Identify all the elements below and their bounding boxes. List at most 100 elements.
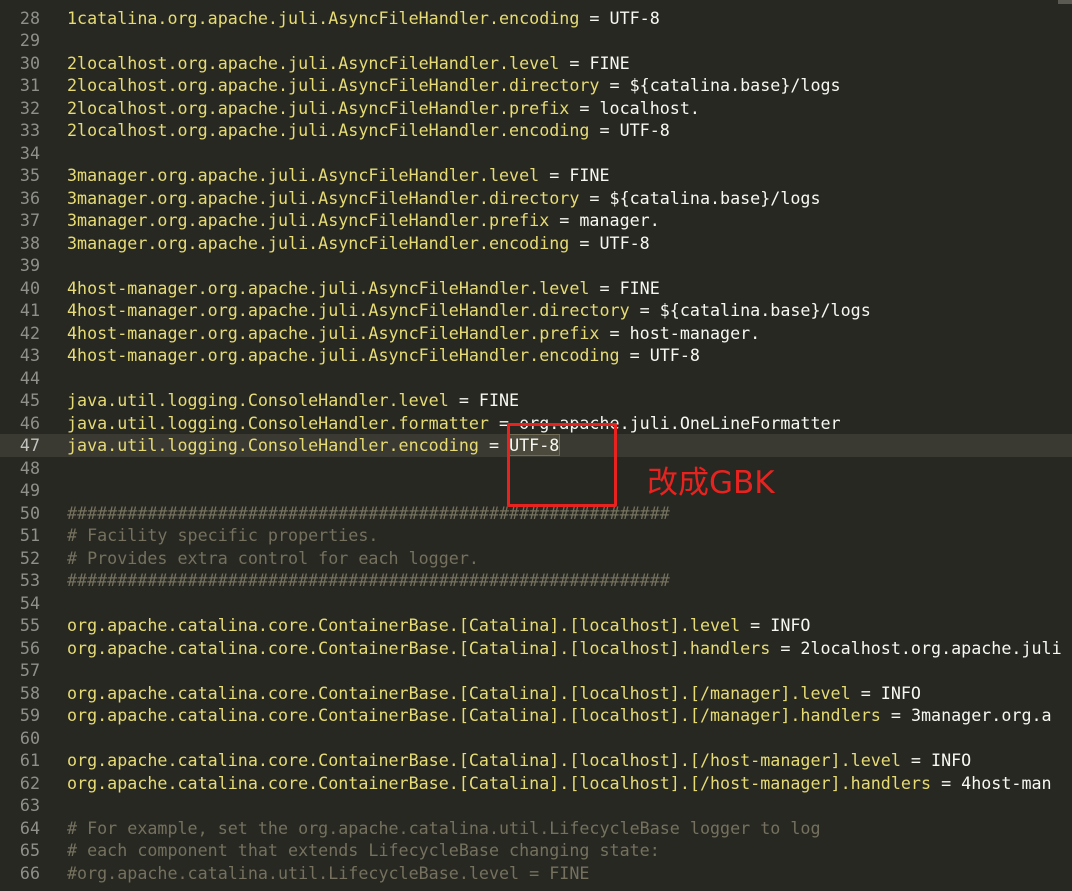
code-line[interactable]: 29 (0, 29, 1072, 52)
equals-sign: = (579, 7, 610, 28)
property-key: org.apache.catalina.core.ContainerBase.[… (67, 615, 741, 635)
code-line[interactable]: 64 # For example, set the org.apache.cata… (0, 817, 1072, 840)
property-value: FINE (478, 390, 520, 410)
line-number: 54 (19, 592, 40, 613)
line-content: org.apache.catalina.core.ContainerBase.[… (67, 614, 810, 637)
line-content: # For example, set the org.apache.catali… (67, 817, 821, 840)
code-line[interactable]: 40 4host-manager.org.apache.juli.AsyncFil… (0, 277, 1072, 300)
line-number: 58 (19, 682, 40, 703)
line-number: 37 (19, 210, 40, 230)
line-content: org.apache.catalina.core.ContainerBase.[… (67, 749, 971, 772)
property-value: FINE (569, 165, 610, 185)
equals-sign: = (579, 187, 610, 208)
code-line[interactable]: 42 4host-manager.org.apache.juli.AsyncFil… (0, 322, 1072, 345)
line-number: 41 (19, 300, 40, 320)
code-line[interactable]: 41 4host-manager.org.apache.juli.AsyncFil… (0, 299, 1072, 322)
line-number: 33 (19, 120, 40, 140)
line-number: 38 (19, 232, 40, 253)
line-content: # each component that extends LifecycleB… (67, 839, 660, 862)
code-line[interactable]: 60 (0, 727, 1072, 750)
line-content: 4host-manager.org.apache.juli.AsyncFileH… (67, 277, 660, 300)
code-line[interactable]: 51 # Facility specific properties. (0, 524, 1072, 547)
equals-sign: = (599, 322, 630, 343)
line-content: 3manager.org.apache.juli.AsyncFileHandle… (67, 232, 650, 255)
line-number: 66 (19, 862, 40, 883)
code-line[interactable]: 54 (0, 592, 1072, 615)
property-value: ${catalina.base}/logs (609, 187, 821, 208)
code-line[interactable]: 59 org.apache.catalina.core.ContainerBase… (0, 704, 1072, 727)
code-line[interactable]: 33 2localhost.org.apache.juli.AsyncFileHa… (0, 119, 1072, 142)
code-line[interactable]: 37 3manager.org.apache.juli.AsyncFileHand… (0, 209, 1072, 232)
line-content: org.apache.catalina.core.ContainerBase.[… (67, 772, 1052, 795)
equals-sign: = (559, 52, 590, 73)
line-number: 57 (19, 660, 40, 680)
code-line[interactable]: 32 2localhost.org.apache.juli.AsyncFileHa… (0, 97, 1072, 120)
code-line[interactable]: 63 (0, 794, 1072, 817)
line-number: 50 (19, 502, 40, 523)
code-line[interactable]: 53 ######################################… (0, 569, 1072, 592)
line-number: 34 (19, 142, 40, 163)
line-content: 3manager.org.apache.juli.AsyncFileHandle… (67, 209, 660, 232)
code-line[interactable]: 43 4host-manager.org.apache.juli.AsyncFil… (0, 344, 1072, 367)
code-line[interactable]: 62 org.apache.catalina.core.ContainerBase… (0, 772, 1072, 795)
property-value: UTF-8 (599, 232, 650, 253)
annotation-label: 改成GBK (647, 465, 775, 501)
code-line[interactable]: 31 2localhost.org.apache.juli.AsyncFileHa… (0, 74, 1072, 97)
line-content: 4host-manager.org.apache.juli.AsyncFileH… (67, 299, 871, 322)
code-line[interactable]: 38 3manager.org.apache.juli.AsyncFileHand… (0, 232, 1072, 255)
code-line[interactable]: 58 org.apache.catalina.core.ContainerBase… (0, 682, 1072, 705)
code-line[interactable]: 39 (0, 254, 1072, 277)
property-value: INFO (931, 750, 972, 770)
comment-text: # Facility specific properties. (67, 525, 379, 545)
equals-sign: = (931, 772, 962, 793)
line-content: 3manager.org.apache.juli.AsyncFileHandle… (67, 164, 610, 187)
line-number: 28 (19, 7, 40, 28)
code-line[interactable]: 36 3manager.org.apache.juli.AsyncFileHand… (0, 187, 1072, 210)
line-content: 2localhost.org.apache.juli.AsyncFileHand… (67, 97, 700, 120)
code-line[interactable]: 34 (0, 142, 1072, 165)
code-line[interactable]: 57 (0, 659, 1072, 682)
comment-text: # For example, set the org.apache.catali… (67, 817, 821, 838)
line-number: 63 (19, 795, 40, 815)
line-content: org.apache.catalina.core.ContainerBase.[… (67, 704, 1052, 727)
line-number: 52 (19, 547, 40, 568)
equals-sign: = (740, 615, 771, 635)
equals-sign: = (539, 165, 570, 185)
code-line[interactable]: 28 1catalina.org.apache.juli.AsyncFileHan… (0, 7, 1072, 30)
code-line[interactable]: 45 java.util.logging.ConsoleHandler.level… (0, 389, 1072, 412)
line-number: 56 (19, 637, 40, 658)
code-line[interactable]: 35 3manager.org.apache.juli.AsyncFileHand… (0, 164, 1072, 187)
equals-sign: = (850, 682, 881, 703)
code-line[interactable]: 55 org.apache.catalina.core.ContainerBase… (0, 614, 1072, 637)
property-key: 4host-manager.org.apache.juli.AsyncFileH… (67, 322, 600, 343)
property-value: FINE (589, 52, 630, 73)
property-key: 2localhost.org.apache.juli.AsyncFileHand… (67, 97, 570, 118)
line-number: 65 (19, 840, 40, 860)
property-key: org.apache.catalina.core.ContainerBase.[… (67, 682, 851, 703)
comment-text: ########################################… (67, 570, 670, 590)
property-value: UTF-8 (609, 7, 660, 28)
scrollbar[interactable] (1058, 0, 1072, 4)
line-content: 3manager.org.apache.juli.AsyncFileHandle… (67, 187, 821, 210)
property-key: org.apache.catalina.core.ContainerBase.[… (67, 750, 901, 770)
code-line[interactable]: 44 (0, 367, 1072, 390)
property-value: UTF-8 (649, 345, 700, 365)
line-content: org.apache.catalina.core.ContainerBase.[… (67, 682, 921, 705)
code-line[interactable]: 56 org.apache.catalina.core.ContainerBase… (0, 637, 1072, 660)
line-content: 4host-manager.org.apache.juli.AsyncFileH… (67, 322, 760, 345)
code-line[interactable]: 30 2localhost.org.apache.juli.AsyncFileHa… (0, 52, 1072, 75)
code-line[interactable]: 61 org.apache.catalina.core.ContainerBase… (0, 749, 1072, 772)
equals-sign: = (589, 277, 620, 298)
property-key: org.apache.catalina.core.ContainerBase.[… (67, 705, 881, 725)
equals-sign: = (549, 210, 580, 230)
property-value: 3manager.org.a (910, 705, 1052, 725)
code-line[interactable]: 52 # Provides extra control for each logg… (0, 547, 1072, 570)
property-key: 2localhost.org.apache.juli.AsyncFileHand… (67, 52, 560, 73)
line-content: java.util.logging.ConsoleHandler.level =… (67, 389, 519, 412)
property-value: ${catalina.base}/logs (629, 75, 841, 95)
code-line[interactable]: 65 # each component that extends Lifecycl… (0, 839, 1072, 862)
property-key: 2localhost.org.apache.juli.AsyncFileHand… (67, 120, 590, 140)
code-line[interactable]: 66 #org.apache.catalina.util.LifecycleBas… (0, 862, 1072, 885)
line-number: 51 (19, 525, 40, 545)
line-number: 31 (19, 75, 40, 95)
